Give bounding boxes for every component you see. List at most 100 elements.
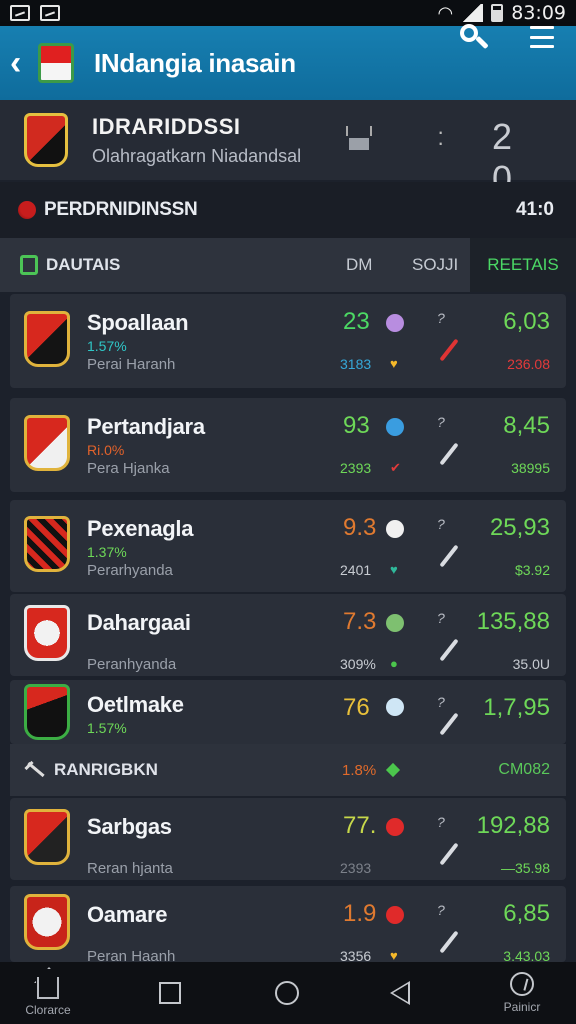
slash-icon[interactable] <box>439 930 459 954</box>
circle-nav-icon <box>275 981 299 1005</box>
match-help-icon[interactable]: ? <box>437 902 445 918</box>
match-team-name: Dahargaai <box>87 610 191 635</box>
match-stat: 309% <box>340 656 376 672</box>
competition-name: PERDRNIDINSSN <box>44 199 198 220</box>
slash-icon[interactable] <box>439 338 459 362</box>
team-crest-icon <box>24 311 70 367</box>
notification-close-icon <box>40 5 60 21</box>
match-odds-sub: 38995 <box>511 460 550 476</box>
match-card[interactable]: Dahargaai Peranhyanda 7.3 309% ● ? 135,8… <box>10 594 566 676</box>
ranking-pct: 1.8% <box>342 761 377 779</box>
nav-home-label: Clorarce <box>25 1003 71 1017</box>
match-odds: 25,93 <box>489 514 550 541</box>
match-help-icon[interactable]: ? <box>437 516 445 532</box>
match-pct: Ri.0% <box>87 442 125 458</box>
match-stat: 2393 <box>340 460 372 476</box>
wifi-icon: ◠ <box>437 2 454 24</box>
slash-icon[interactable] <box>439 442 459 466</box>
search-icon[interactable] <box>458 22 490 54</box>
nav-home[interactable]: Clorarce <box>8 962 88 1024</box>
match-score: 76 <box>343 694 370 721</box>
match-score: 23 <box>343 308 370 335</box>
match-odds-sub: 35.0U <box>512 656 550 672</box>
match-card[interactable]: Pertandjara Ri.0% Pera Hjanka 93 2393 ✔ … <box>10 398 566 492</box>
column-dm[interactable]: DM <box>346 255 372 275</box>
slash-icon[interactable] <box>439 544 459 568</box>
status-time: 83:09 <box>511 2 566 24</box>
match-odds-sub: 236.08 <box>507 356 550 372</box>
match-help-icon[interactable]: ? <box>437 814 445 830</box>
team-crest-icon <box>24 113 68 167</box>
match-indicator-icon: ✔ <box>390 460 401 475</box>
signal-icon <box>461 4 484 22</box>
ranking-row[interactable]: RANRIGBKN 1.8% CM082 <box>10 744 566 796</box>
team-crest-icon <box>24 684 70 740</box>
match-help-icon[interactable]: ? <box>437 694 445 710</box>
match-pct: 1.37% <box>87 544 127 560</box>
battery-icon <box>491 4 504 22</box>
match-subtitle: Reran hjanta <box>87 860 173 877</box>
back-icon[interactable]: ‹ <box>10 46 38 80</box>
match-indicator-icon: ● <box>390 656 398 671</box>
ranking-label: RANRIGBKN <box>54 760 158 779</box>
menu-icon[interactable] <box>530 26 554 48</box>
match-score: 7.3 <box>343 608 377 635</box>
column-sort[interactable]: SOJJI <box>412 255 458 275</box>
match-subtitle: Perarhyanda <box>87 562 173 579</box>
slash-icon[interactable] <box>439 712 459 736</box>
team-subtitle: Olahragatkarn Niadandsal <box>92 145 302 166</box>
match-score: 77. <box>343 812 377 839</box>
home-icon <box>37 977 59 999</box>
match-stat: 2393 <box>340 860 372 876</box>
circle-icon <box>386 314 404 332</box>
team-header: IDRARIDDSSI Olahragatkarn Niadandsal <box>0 100 576 180</box>
match-team-name: Oamare <box>87 902 168 927</box>
match-odds: 1,7,95 <box>483 694 550 721</box>
nav-home-circle[interactable] <box>247 962 327 1024</box>
circle-icon <box>386 418 404 436</box>
tab-active[interactable]: REETAIS <box>470 238 576 292</box>
match-stat: 2401 <box>340 562 372 578</box>
ranking-dot-icon <box>385 762 401 778</box>
match-card[interactable]: Spoallaan 1.57% Perai Haranh 23 3183 ♥ ?… <box>10 294 566 388</box>
match-team-name: Spoallaan <box>87 310 189 335</box>
nav-back[interactable] <box>360 962 440 1024</box>
competition-row[interactable]: PERDRNIDINSSN 41:0 <box>0 182 576 238</box>
match-score: 1.9 <box>343 900 377 927</box>
match-odds: 192,88 <box>476 812 550 839</box>
match-card[interactable]: Oamare Peran Haanh 1.9 3356 ♥ ? 6,85 3.4… <box>10 886 566 965</box>
ranking-value: CM082 <box>498 761 550 778</box>
match-help-icon[interactable]: ? <box>437 310 445 326</box>
match-help-icon[interactable]: ? <box>437 610 445 626</box>
square-icon <box>159 982 181 1004</box>
match-odds-sub: —35.98 <box>500 860 550 876</box>
team-crest-icon <box>24 605 70 661</box>
match-indicator-icon: ♥ <box>390 356 398 371</box>
sort-icon[interactable] <box>346 126 372 150</box>
app-logo-icon <box>38 43 74 83</box>
match-odds: 8,45 <box>503 412 550 439</box>
nav-recents[interactable] <box>130 962 210 1024</box>
match-pct: 1.57% <box>87 338 127 354</box>
match-card[interactable]: Sarbgas Reran hjanta 77. 2393 ? 192,88 —… <box>10 798 566 880</box>
match-indicator-icon: ♥ <box>390 562 398 577</box>
match-stat: 3183 <box>340 356 372 372</box>
team-crest-icon <box>24 415 70 471</box>
more-dots-icon[interactable]: · · <box>437 121 444 154</box>
slash-icon[interactable] <box>439 638 459 662</box>
tab-details[interactable]: DAUTAIS <box>46 255 120 275</box>
match-odds-sub: $3.92 <box>514 562 550 578</box>
circle-icon <box>386 818 404 836</box>
match-card[interactable]: Pexenagla 1.37% Perarhyanda 9.3 2401 ♥ ?… <box>10 500 566 592</box>
match-help-icon[interactable]: ? <box>437 414 445 430</box>
match-odds: 6,85 <box>503 900 550 927</box>
competition-time: 41:0 <box>515 199 554 220</box>
match-card[interactable]: Oetlmake 1.57% 76 ? 1,7,95 <box>10 680 566 744</box>
match-indicator-icon: ♥ <box>390 948 398 963</box>
app-title: INdangia inasain <box>94 47 296 78</box>
team-name: IDRARIDDSSI <box>92 113 241 139</box>
team-crest-icon <box>24 894 70 950</box>
notification-image-icon <box>10 5 30 21</box>
slash-icon[interactable] <box>439 842 459 866</box>
nav-profile[interactable]: Painicr <box>482 962 562 1024</box>
